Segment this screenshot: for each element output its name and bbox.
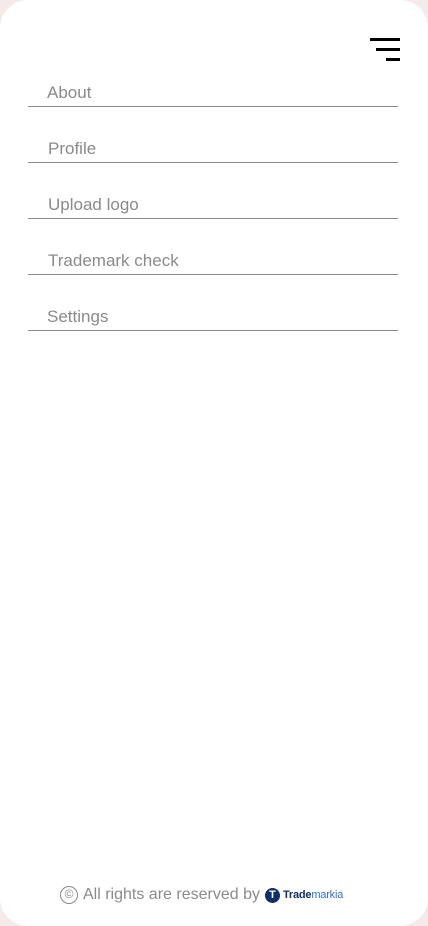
menu-item-label: Upload logo <box>48 195 139 214</box>
menu-item-profile[interactable]: Profile <box>28 122 398 163</box>
menu-item-label: Trademark check <box>48 251 179 270</box>
menu-item-trademark-check[interactable]: Trademark check <box>28 234 398 275</box>
menu-item-upload-logo[interactable]: Upload logo <box>28 178 398 219</box>
menu-icon[interactable] <box>369 38 400 66</box>
menu-icon-bar <box>370 38 400 41</box>
copyright-icon: © <box>60 886 78 904</box>
trademarkia-logo-icon: T <box>264 887 280 903</box>
brand-name-accent: markia <box>311 889 344 901</box>
footer-text: All rights are reserved by <box>83 886 260 903</box>
menu-item-label: Profile <box>48 139 97 158</box>
menu-item-label: About <box>47 83 92 102</box>
menu-item-about[interactable]: About <box>28 66 398 107</box>
menu-icon-bar <box>386 58 400 61</box>
trademarkia-logo[interactable]: T Trademarkia <box>264 887 343 903</box>
footer: © All rights are reserved by T Trademark… <box>60 884 343 906</box>
menu-icon-bar <box>376 48 400 51</box>
brand-name-primary: Trade <box>282 889 312 901</box>
menu-item-settings[interactable]: Settings <box>28 290 398 331</box>
app-screen: About Profile Upload logo Trademark chec… <box>0 0 428 926</box>
brand-name: Trademarkia <box>283 889 343 901</box>
menu-item-label: Settings <box>47 307 109 326</box>
